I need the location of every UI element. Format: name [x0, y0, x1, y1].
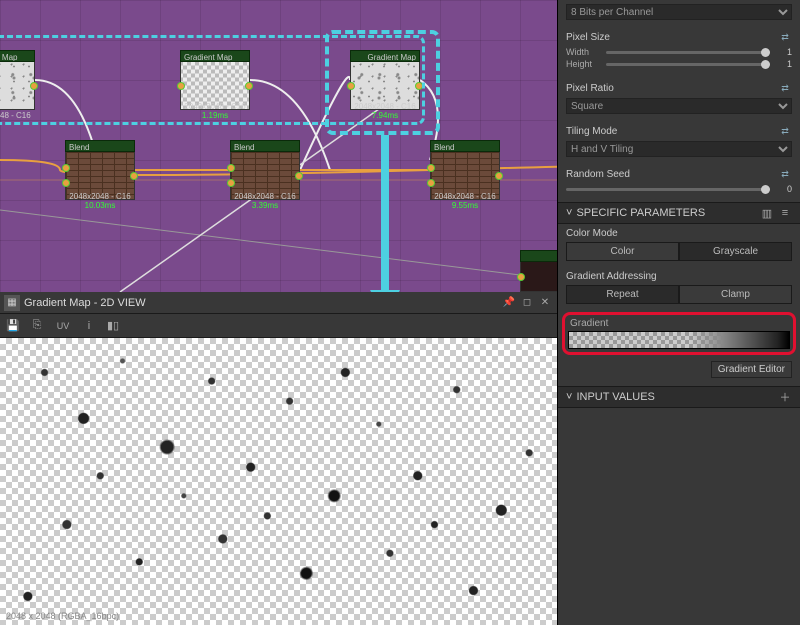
- pixel-ratio-select[interactable]: Square: [566, 98, 792, 114]
- viewer-2d-panel: ▦ Gradient Map - 2D VIEW 📌 ◻ ✕ 💾 ⎘ UV i …: [0, 292, 557, 625]
- gradient-map-icon: ▦: [4, 295, 20, 311]
- node-resolution: 2048x2048 - C163.39ms: [230, 192, 300, 210]
- node-title: Blend: [230, 140, 300, 152]
- node-port-input[interactable]: [427, 164, 435, 172]
- collapse-icon: ˅: [566, 207, 572, 219]
- uv-toggle[interactable]: UV: [52, 317, 74, 335]
- maximize-icon[interactable]: ◻: [519, 295, 535, 311]
- node-resolution: 2048x2048 - C16: [0, 111, 35, 120]
- graph-node[interactable]: Blend 2048x2048 - C169.55ms: [430, 140, 500, 200]
- save-icon[interactable]: 💾: [4, 317, 22, 335]
- node-port-input[interactable]: [427, 179, 435, 187]
- node-port-input[interactable]: [62, 164, 70, 172]
- input-values-header[interactable]: ˅ INPUT VALUES ＋: [558, 386, 800, 408]
- pixel-size-label: Pixel Size: [566, 32, 610, 43]
- pin-icon[interactable]: 📌: [501, 295, 517, 311]
- width-slider[interactable]: [606, 51, 770, 54]
- node-title: Blend: [430, 140, 500, 152]
- height-slider[interactable]: [606, 63, 770, 66]
- randomize-icon[interactable]: ⇄: [778, 167, 792, 181]
- node-title: Gradient Map: [350, 50, 420, 62]
- node-resolution: 2048x2048 - C169.55ms: [430, 192, 500, 210]
- color-mode-color-button[interactable]: Color: [566, 242, 679, 261]
- copy-icon[interactable]: ⎘: [28, 317, 46, 335]
- graph-node[interactable]: Gradient Map 2048x2048 - C16: [0, 50, 35, 110]
- random-seed-slider[interactable]: [566, 188, 770, 191]
- color-mode-label: Color Mode: [566, 228, 618, 239]
- pixel-ratio-label: Pixel Ratio: [566, 83, 614, 94]
- node-port-input[interactable]: [517, 273, 525, 281]
- node-port-output[interactable]: [295, 172, 303, 180]
- graph-node[interactable]: Blend 2048x2048 - C163.39ms: [230, 140, 300, 200]
- node-port-output[interactable]: [245, 82, 253, 90]
- node-title: Gradient Map: [0, 50, 35, 62]
- link-icon[interactable]: ⇄: [778, 124, 792, 138]
- height-value: 1: [774, 59, 792, 69]
- close-icon[interactable]: ✕: [537, 295, 553, 311]
- graph-node[interactable]: Gradient Map 2048x2048 - C167.94ms: [350, 50, 420, 110]
- graph-node[interactable]: [520, 250, 557, 292]
- bit-depth-select[interactable]: 8 Bits per Channel: [566, 4, 792, 20]
- tiling-mode-select[interactable]: H and V Tiling: [566, 141, 792, 157]
- gradient-editor-button[interactable]: Gradient Editor: [711, 361, 792, 378]
- graph-node[interactable]: Gradient Map 2048x2048 - C161.19ms: [180, 50, 250, 110]
- specific-parameters-header[interactable]: ˅ SPECIFIC PARAMETERS ▥ ≡: [558, 202, 800, 224]
- node-port-input[interactable]: [177, 82, 185, 90]
- node-graph-canvas[interactable]: Gradient Map 2048x2048 - C16 Gradient Ma…: [0, 0, 557, 292]
- node-port-input[interactable]: [227, 179, 235, 187]
- viewer-toolbar: 💾 ⎘ UV i ▮▯: [0, 314, 557, 338]
- viewer-texture-preview: [0, 338, 557, 625]
- histogram-icon[interactable]: ▮▯: [104, 317, 122, 335]
- viewer-canvas[interactable]: 2048 x 2048 (RGBA_16bpc): [0, 338, 557, 625]
- add-icon[interactable]: ＋: [778, 390, 792, 404]
- node-thumbnail: [520, 262, 557, 292]
- menu-icon[interactable]: ≡: [778, 206, 792, 220]
- link-icon[interactable]: ⇄: [778, 81, 792, 95]
- width-value: 1: [774, 47, 792, 57]
- graph-node[interactable]: Blend 2048x2048 - C1610.03ms: [65, 140, 135, 200]
- node-port-input[interactable]: [227, 164, 235, 172]
- color-mode-grayscale-button[interactable]: Grayscale: [679, 242, 792, 261]
- info-icon[interactable]: i: [80, 317, 98, 335]
- node-resolution: 2048x2048 - C161.19ms: [180, 102, 250, 120]
- gradient-addressing-repeat-button[interactable]: Repeat: [566, 285, 679, 304]
- preset-icon[interactable]: ▥: [760, 206, 774, 220]
- node-port-output[interactable]: [30, 82, 38, 90]
- viewer-title: Gradient Map - 2D VIEW: [24, 297, 501, 309]
- node-port-input[interactable]: [347, 82, 355, 90]
- node-resolution: 2048x2048 - C167.94ms: [350, 102, 420, 120]
- node-title: Gradient Map: [180, 50, 250, 62]
- node-port-output[interactable]: [415, 82, 423, 90]
- collapse-icon: ˅: [566, 391, 572, 403]
- properties-panel: 8 Bits per Channel Pixel Size ⇄ Width 1 He…: [557, 0, 800, 625]
- node-port-output[interactable]: [495, 172, 503, 180]
- node-resolution: 2048x2048 - C1610.03ms: [65, 192, 135, 210]
- tiling-mode-label: Tiling Mode: [566, 126, 617, 137]
- gradient-property-highlight: Gradient: [562, 312, 796, 355]
- gradient-preview[interactable]: [568, 331, 790, 349]
- gradient-addressing-label: Gradient Addressing: [566, 271, 657, 282]
- node-title: Blend: [65, 140, 135, 152]
- link-icon[interactable]: ⇄: [778, 30, 792, 44]
- random-seed-value: 0: [774, 184, 792, 194]
- gradient-label: Gradient: [568, 318, 790, 331]
- node-port-input[interactable]: [62, 179, 70, 187]
- node-thumbnail: [0, 62, 35, 110]
- node-port-output[interactable]: [130, 172, 138, 180]
- viewer-status-text: 2048 x 2048 (RGBA_16bpc): [6, 611, 119, 621]
- gradient-addressing-clamp-button[interactable]: Clamp: [679, 285, 792, 304]
- viewer-titlebar: ▦ Gradient Map - 2D VIEW 📌 ◻ ✕: [0, 292, 557, 314]
- node-title: [520, 250, 557, 262]
- width-label: Width: [566, 47, 602, 57]
- height-label: Height: [566, 59, 602, 69]
- random-seed-label: Random Seed: [566, 169, 630, 180]
